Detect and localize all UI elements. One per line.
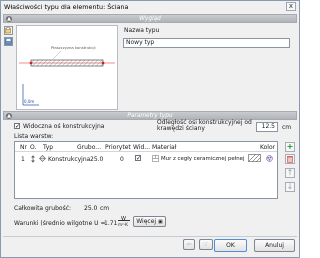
offset-unit: cm — [282, 124, 292, 131]
u-value: 1.71 — [104, 220, 118, 227]
preview-annotation: Płaszczyzna konstrukcji — [51, 45, 96, 50]
show-axis-checkbox[interactable]: ✓ — [14, 123, 20, 130]
col-color[interactable]: Kolor — [260, 144, 275, 151]
wall-preview-drawing — [19, 50, 115, 106]
delete-layer-icon[interactable] — [285, 154, 295, 164]
axis-end-right — [101, 61, 105, 65]
save-type-icon[interactable] — [4, 37, 13, 46]
type-name-label: Nazwa typu — [124, 27, 160, 34]
move-up-icon[interactable]: ↑ — [285, 168, 295, 178]
layer-order-icon — [29, 155, 37, 163]
pointer-icon[interactable]: ☞ — [199, 239, 213, 250]
total-thickness-unit: cm — [100, 205, 110, 212]
properties-dialog: Właściwości typu dla elementu: Ściana x … — [0, 0, 300, 258]
row-priority: 0 — [120, 156, 124, 163]
material-icon — [152, 155, 159, 162]
col-thickness[interactable]: Grubo... — [77, 144, 101, 151]
more-button-label: Więcej — [136, 218, 157, 225]
section-preview-header[interactable]: ▲ Wygląd — [3, 14, 297, 23]
layer-type-icon — [39, 155, 46, 162]
col-priority[interactable]: Priorytet — [105, 144, 131, 151]
u-unit-bottom: m²·K — [118, 222, 128, 227]
row-thickness: 25.0 — [90, 156, 104, 163]
cancel-button[interactable]: Anuluj — [254, 239, 295, 252]
table-row[interactable]: 1 Konstrukcyjna 25.0 0 ✓ Mur z cegły cer… — [15, 154, 277, 164]
window-title: Właściwości typu dla elementu: Ściana — [4, 3, 129, 11]
col-visible[interactable]: Wid... — [133, 144, 150, 151]
ok-button[interactable]: OK — [214, 239, 247, 252]
section-params-header[interactable]: ▲ Parametry typu — [3, 111, 297, 120]
offset-label: Odległość osi konstrukcyjnej od krawędzi… — [157, 119, 252, 133]
preview-origin-label: 0,0m — [24, 99, 35, 104]
offset-input[interactable]: 12.5 — [256, 122, 278, 132]
more-button[interactable]: Więcej ▣ — [133, 216, 166, 227]
move-down-icon[interactable]: ↓ — [285, 182, 295, 192]
layers-table[interactable]: Nr O. Typ Grubo... Priorytet Wid... Mate… — [14, 141, 278, 199]
col-type[interactable]: Typ — [43, 144, 53, 151]
load-type-icon[interactable] — [4, 26, 13, 35]
row-type: Konstrukcyjna — [48, 156, 91, 163]
add-layer-icon[interactable]: + — [285, 142, 295, 152]
col-material[interactable]: Materiał — [152, 144, 176, 151]
type-name-input[interactable]: Nowy typ — [123, 38, 290, 48]
wall-preview: Płaszczyzna konstrukcji 0,0m — [16, 25, 118, 110]
total-thickness-value: 25.0 — [84, 205, 98, 212]
row-material: Mur z cegły ceramicznej pełnej — [161, 156, 245, 162]
show-axis-label: Widoczna oś konstrukcyjna — [23, 123, 105, 130]
total-thickness-label: Całkowita grubość: — [14, 205, 72, 212]
hatch-pattern-icon[interactable] — [248, 154, 261, 162]
row-visible-checkbox[interactable]: ✓ — [135, 155, 141, 162]
col-order[interactable]: O. — [30, 144, 36, 151]
col-nr[interactable]: Nr — [20, 144, 27, 151]
section-params-title: Parametry typu — [127, 113, 173, 119]
section-preview-title: Wygląd — [139, 16, 161, 22]
row-nr: 1 — [21, 156, 25, 163]
wall-hatch — [30, 59, 104, 67]
close-button[interactable]: x — [286, 2, 296, 11]
table-header-row: Nr O. Typ Grubo... Priorytet Wid... Mate… — [15, 142, 277, 152]
conditions-label: Warunki (średnio wilgotne U = — [14, 220, 106, 227]
title-bar: Właściwości typu dla elementu: Ściana x — [1, 1, 299, 13]
layers-list-label: Lista warstw: — [14, 133, 54, 140]
color-picker-icon[interactable] — [266, 155, 273, 162]
more-icon: ▣ — [158, 219, 163, 225]
help-icon[interactable]: ⇦ — [183, 239, 195, 250]
axis-end-left — [29, 61, 33, 65]
